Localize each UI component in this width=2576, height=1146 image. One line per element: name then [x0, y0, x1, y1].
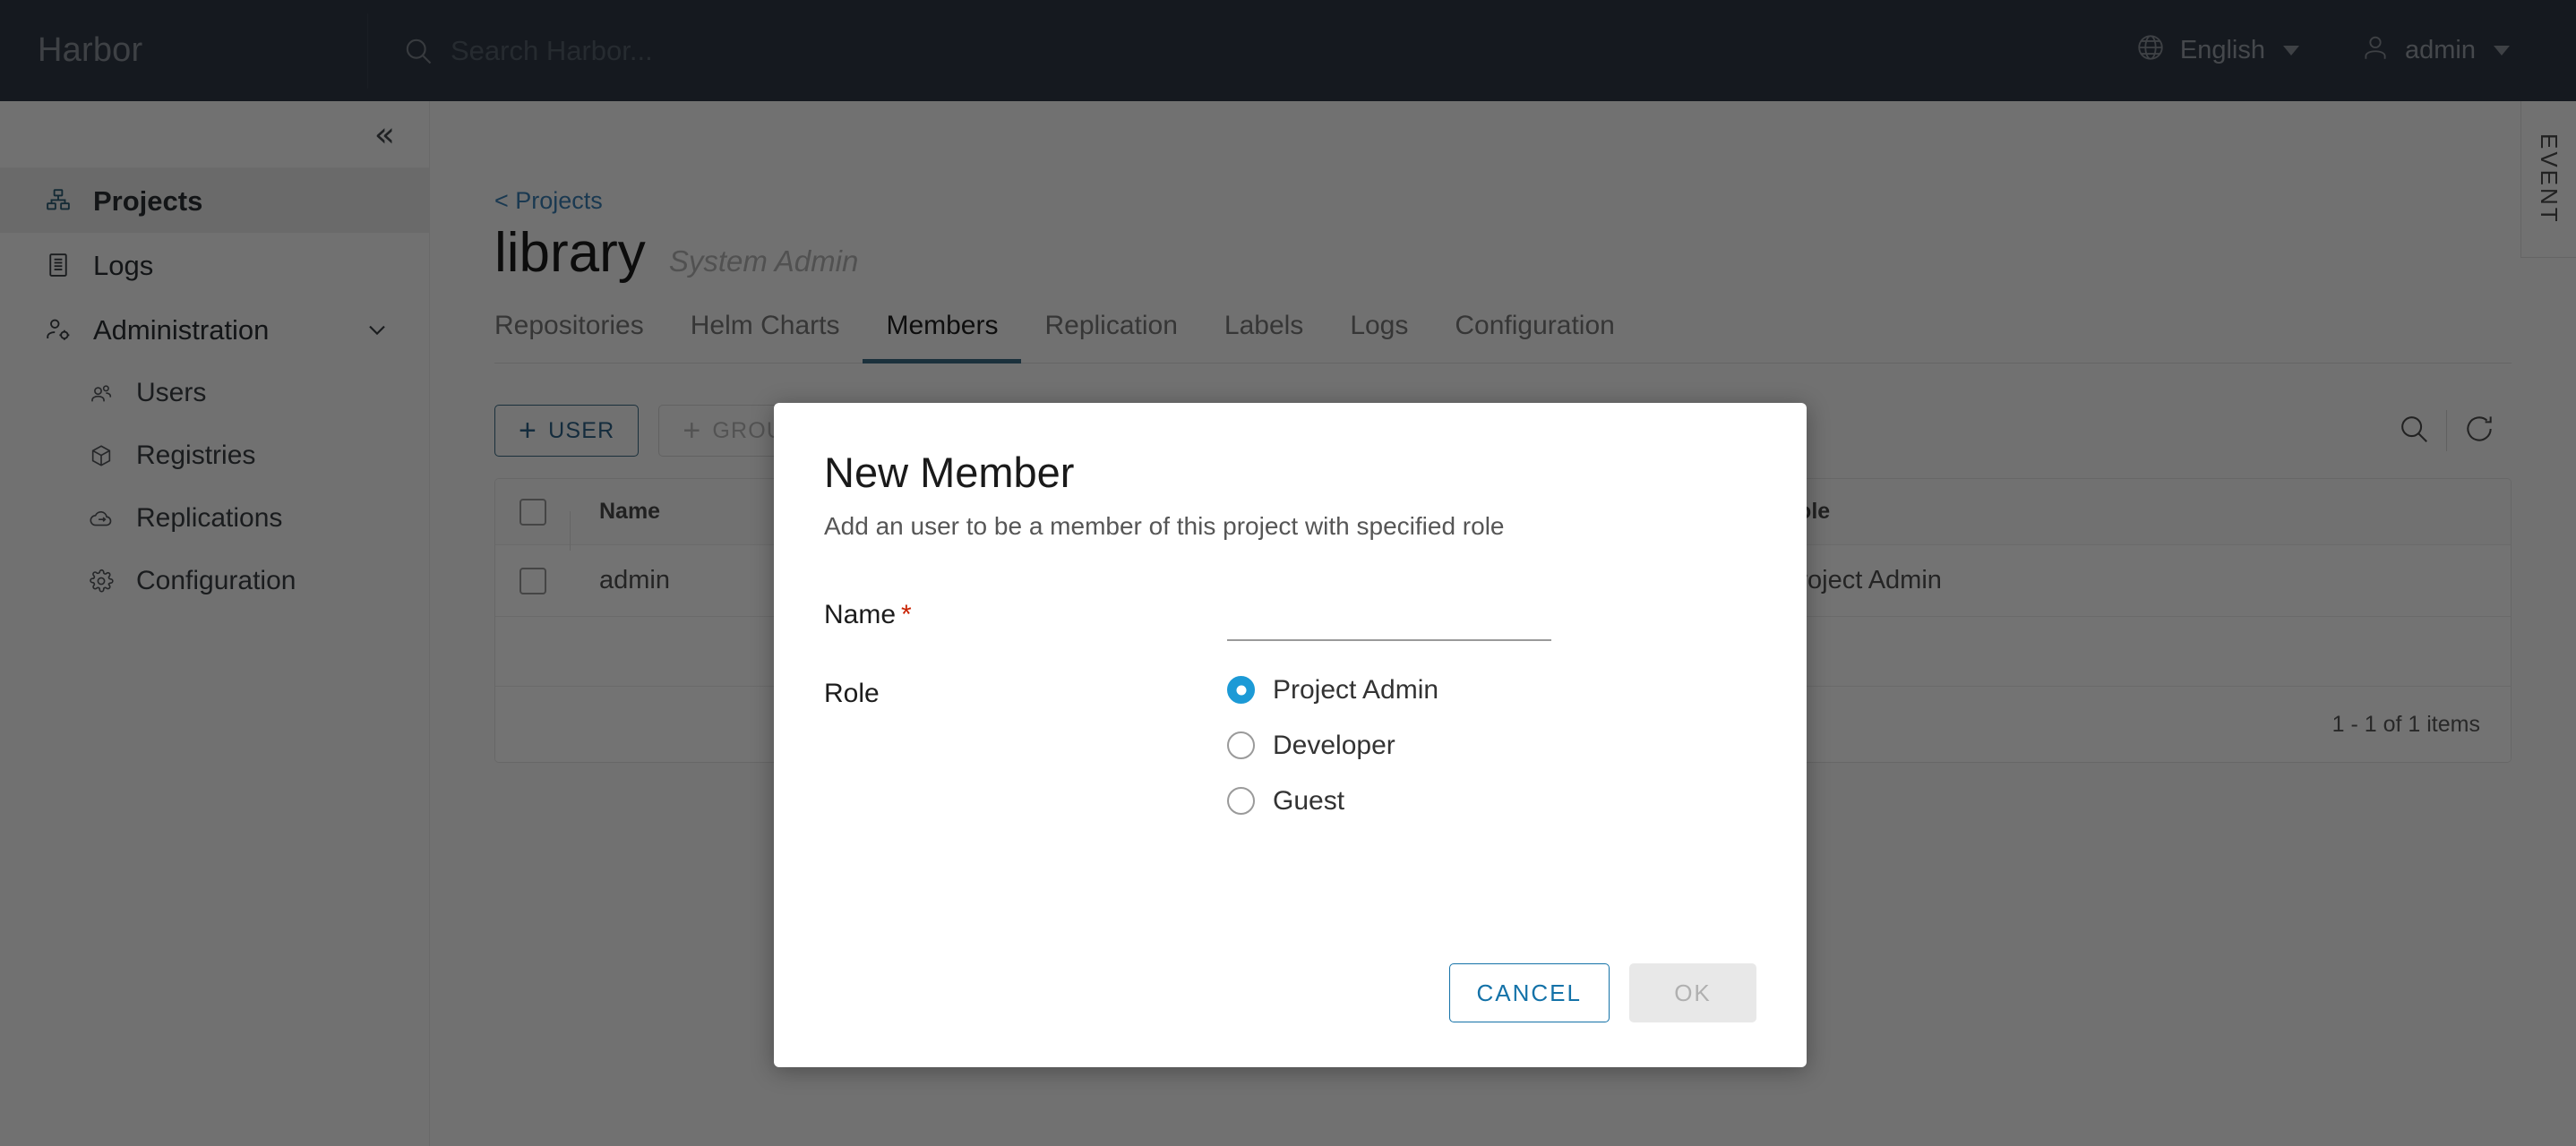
radio-dot-icon: [1227, 731, 1255, 760]
radio-dot-icon: [1227, 787, 1255, 816]
dialog-header: New Member Add an user to be a member of…: [774, 403, 1807, 541]
new-member-dialog: New Member Add an user to be a member of…: [774, 403, 1807, 1067]
name-input[interactable]: [1227, 601, 1551, 641]
radio-project-admin[interactable]: Project Admin: [1227, 675, 1438, 706]
name-label: Name: [824, 599, 897, 629]
name-label-wrap: Name *: [824, 594, 1227, 630]
dialog-body: Name * Role Project Admin Developer Gues…: [774, 541, 1807, 963]
name-form-row: Name *: [824, 594, 1756, 641]
dialog-subtitle: Add an user to be a member of this proje…: [824, 511, 1505, 540]
radio-guest[interactable]: Guest: [1227, 786, 1438, 817]
app-root: Harbor English: [0, 0, 2576, 1146]
radio-developer[interactable]: Developer: [1227, 731, 1438, 761]
cancel-button[interactable]: CANCEL: [1448, 963, 1610, 1022]
role-form-row: Role Project Admin Developer Guest: [824, 673, 1756, 817]
radio-label: Project Admin: [1273, 674, 1439, 705]
dialog-footer: CANCEL OK: [774, 963, 1807, 1067]
radio-dot-icon: [1227, 676, 1255, 705]
required-asterisk: *: [901, 599, 912, 629]
ok-button: OK: [1629, 963, 1756, 1022]
radio-label: Guest: [1273, 785, 1345, 816]
role-radio-group: Project Admin Developer Guest: [1227, 673, 1438, 817]
role-label: Role: [824, 678, 880, 708]
dialog-title: New Member: [824, 449, 1075, 496]
radio-label: Developer: [1273, 730, 1395, 760]
